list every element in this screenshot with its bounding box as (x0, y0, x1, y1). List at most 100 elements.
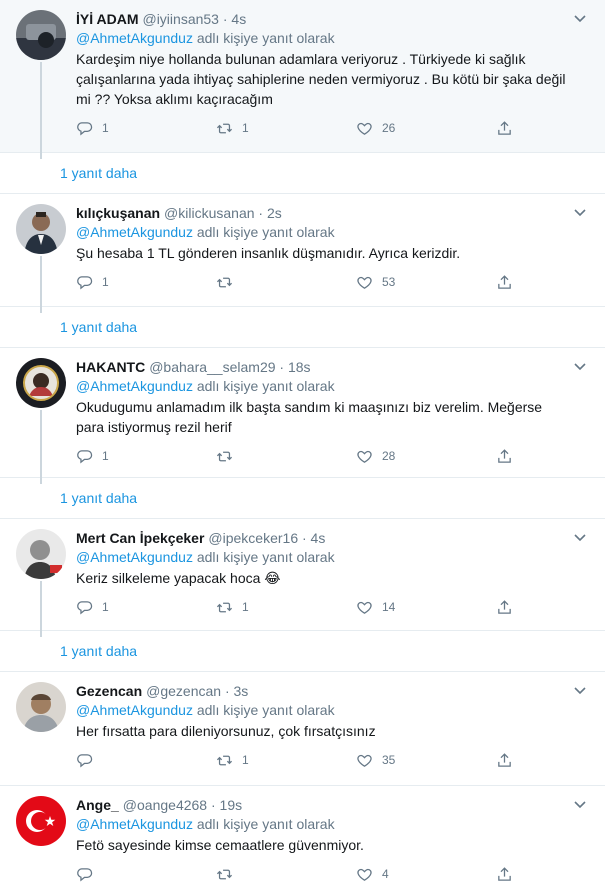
share-icon (498, 866, 511, 881)
retweet-button[interactable]: 1 (216, 120, 356, 137)
thread-dots (40, 631, 42, 637)
show-more-replies-link[interactable]: 1 yanıt daha (60, 478, 605, 518)
reply-count: 1 (102, 449, 109, 463)
timestamp[interactable]: · 4s (302, 530, 325, 546)
tweet[interactable]: HAKANTC @bahara__selam29 · 18s @AhmetAkgu… (0, 348, 605, 478)
author-handle[interactable]: @bahara__selam29 (149, 359, 275, 375)
share-button[interactable] (496, 274, 526, 291)
like-button[interactable]: 53 (356, 274, 496, 291)
heart-icon (357, 601, 372, 614)
author-name[interactable]: Mert Can İpekçeker (76, 530, 204, 546)
reply-icon (77, 121, 93, 135)
chevron-down-icon[interactable] (573, 206, 587, 220)
like-button[interactable]: 28 (356, 448, 496, 465)
retweet-button[interactable] (216, 448, 356, 465)
reply-thread: İYİ ADAM @iyiinsan53 · 4s @AhmetAkgunduz … (0, 0, 605, 896)
reply-count: 1 (102, 600, 109, 614)
reply-icon (77, 449, 93, 463)
chevron-down-icon[interactable] (573, 531, 587, 545)
reply-button[interactable]: 1 (76, 448, 216, 465)
retweet-icon (216, 277, 233, 287)
replying-suffix: adlı kişiye yanıt olarak (196, 702, 335, 718)
tweet-actions: 1 28 (76, 443, 567, 469)
tweet[interactable]: Mert Can İpekçeker @ipekceker16 · 4s @Ahm… (0, 519, 605, 631)
author-handle[interactable]: @ipekceker16 (208, 530, 298, 546)
reply-button[interactable]: 1 (76, 274, 216, 291)
share-icon (498, 599, 511, 614)
heart-icon (357, 276, 372, 289)
thread-dots (40, 478, 42, 484)
author-handle[interactable]: @oange4268 (123, 797, 207, 813)
replying-to: @AhmetAkgunduz adlı kişiye yanıt olarak (76, 548, 567, 566)
retweet-button[interactable] (216, 274, 356, 291)
heart-icon (357, 122, 372, 135)
share-button[interactable] (496, 752, 526, 769)
author-name[interactable]: kılıçkuşanan (76, 205, 160, 221)
timestamp[interactable]: · 3s (225, 683, 248, 699)
share-button[interactable] (496, 448, 526, 465)
reply-button[interactable] (76, 752, 216, 769)
show-more-replies-link[interactable]: 1 yanıt daha (60, 307, 605, 347)
tweet-actions: 4 (76, 861, 567, 887)
author-handle[interactable]: @kilickusanan (164, 205, 254, 221)
tweet-actions: 1 53 (76, 269, 567, 295)
retweet-icon (216, 123, 233, 133)
avatar[interactable] (16, 358, 66, 408)
avatar[interactable] (16, 682, 66, 732)
tweet-actions: 1 1 14 (76, 594, 567, 620)
reply-button[interactable] (76, 866, 216, 883)
replying-suffix: adlı kişiye yanıt olarak (196, 30, 335, 46)
reply-button[interactable]: 1 (76, 120, 216, 137)
tweet[interactable]: İYİ ADAM @iyiinsan53 · 4s @AhmetAkgunduz … (0, 0, 605, 153)
tweet[interactable]: Gezencan @gezencan · 3s @AhmetAkgunduz ad… (0, 672, 605, 786)
chevron-down-icon[interactable] (573, 684, 587, 698)
author-name[interactable]: Gezencan (76, 683, 142, 699)
author-name[interactable]: Ange_ (76, 797, 119, 813)
replying-suffix: adlı kişiye yanıt olarak (196, 378, 335, 394)
mention-link[interactable]: @AhmetAkgunduz (76, 549, 193, 565)
author-handle[interactable]: @gezencan (146, 683, 221, 699)
avatar[interactable] (16, 796, 66, 846)
avatar[interactable] (16, 204, 66, 254)
share-icon (498, 274, 511, 289)
author-name[interactable]: İYİ ADAM (76, 11, 138, 27)
avatar[interactable] (16, 529, 66, 579)
share-button[interactable] (496, 599, 526, 616)
author-name[interactable]: HAKANTC (76, 359, 145, 375)
like-button[interactable]: 4 (356, 866, 496, 883)
share-button[interactable] (496, 866, 526, 883)
like-button[interactable]: 14 (356, 599, 496, 616)
mention-link[interactable]: @AhmetAkgunduz (76, 30, 193, 46)
replying-to: @AhmetAkgunduz adlı kişiye yanıt olarak (76, 377, 567, 395)
tweet[interactable]: kılıçkuşanan @kilickusanan · 2s @AhmetAkg… (0, 194, 605, 307)
avatar[interactable] (16, 10, 66, 60)
tweet-text: Şu hesaba 1 TL gönderen insanlık düşmanı… (76, 245, 461, 261)
reply-button[interactable]: 1 (76, 599, 216, 616)
show-more-replies-link[interactable]: 1 yanıt daha (60, 153, 605, 193)
retweet-button[interactable]: 1 (216, 599, 356, 616)
chevron-down-icon[interactable] (573, 12, 587, 26)
chevron-down-icon[interactable] (573, 798, 587, 812)
retweet-button[interactable]: 1 (216, 752, 356, 769)
timestamp[interactable]: · 4s (223, 11, 246, 27)
mention-link[interactable]: @AhmetAkgunduz (76, 224, 193, 240)
like-button[interactable]: 35 (356, 752, 496, 769)
timestamp[interactable]: · 2s (258, 205, 281, 221)
mention-link[interactable]: @AhmetAkgunduz (76, 702, 193, 718)
chevron-down-icon[interactable] (573, 360, 587, 374)
retweet-button[interactable] (216, 866, 356, 883)
timestamp[interactable]: · 19s (211, 797, 242, 813)
replying-to: @AhmetAkgunduz adlı kişiye yanıt olarak (76, 223, 567, 241)
author-handle[interactable]: @iyiinsan53 (142, 11, 218, 27)
timestamp[interactable]: · 18s (279, 359, 310, 375)
tweet[interactable]: Ange_ @oange4268 · 19s @AhmetAkgunduz adl… (0, 786, 605, 896)
mention-link[interactable]: @AhmetAkgunduz (76, 378, 193, 394)
share-icon (498, 120, 511, 135)
like-count: 26 (382, 121, 396, 135)
share-button[interactable] (496, 120, 526, 137)
replying-suffix: adlı kişiye yanıt olarak (196, 224, 335, 240)
show-more-replies-link[interactable]: 1 yanıt daha (60, 631, 605, 671)
thread-line (40, 62, 42, 153)
like-button[interactable]: 26 (356, 120, 496, 137)
mention-link[interactable]: @AhmetAkgunduz (76, 816, 193, 832)
